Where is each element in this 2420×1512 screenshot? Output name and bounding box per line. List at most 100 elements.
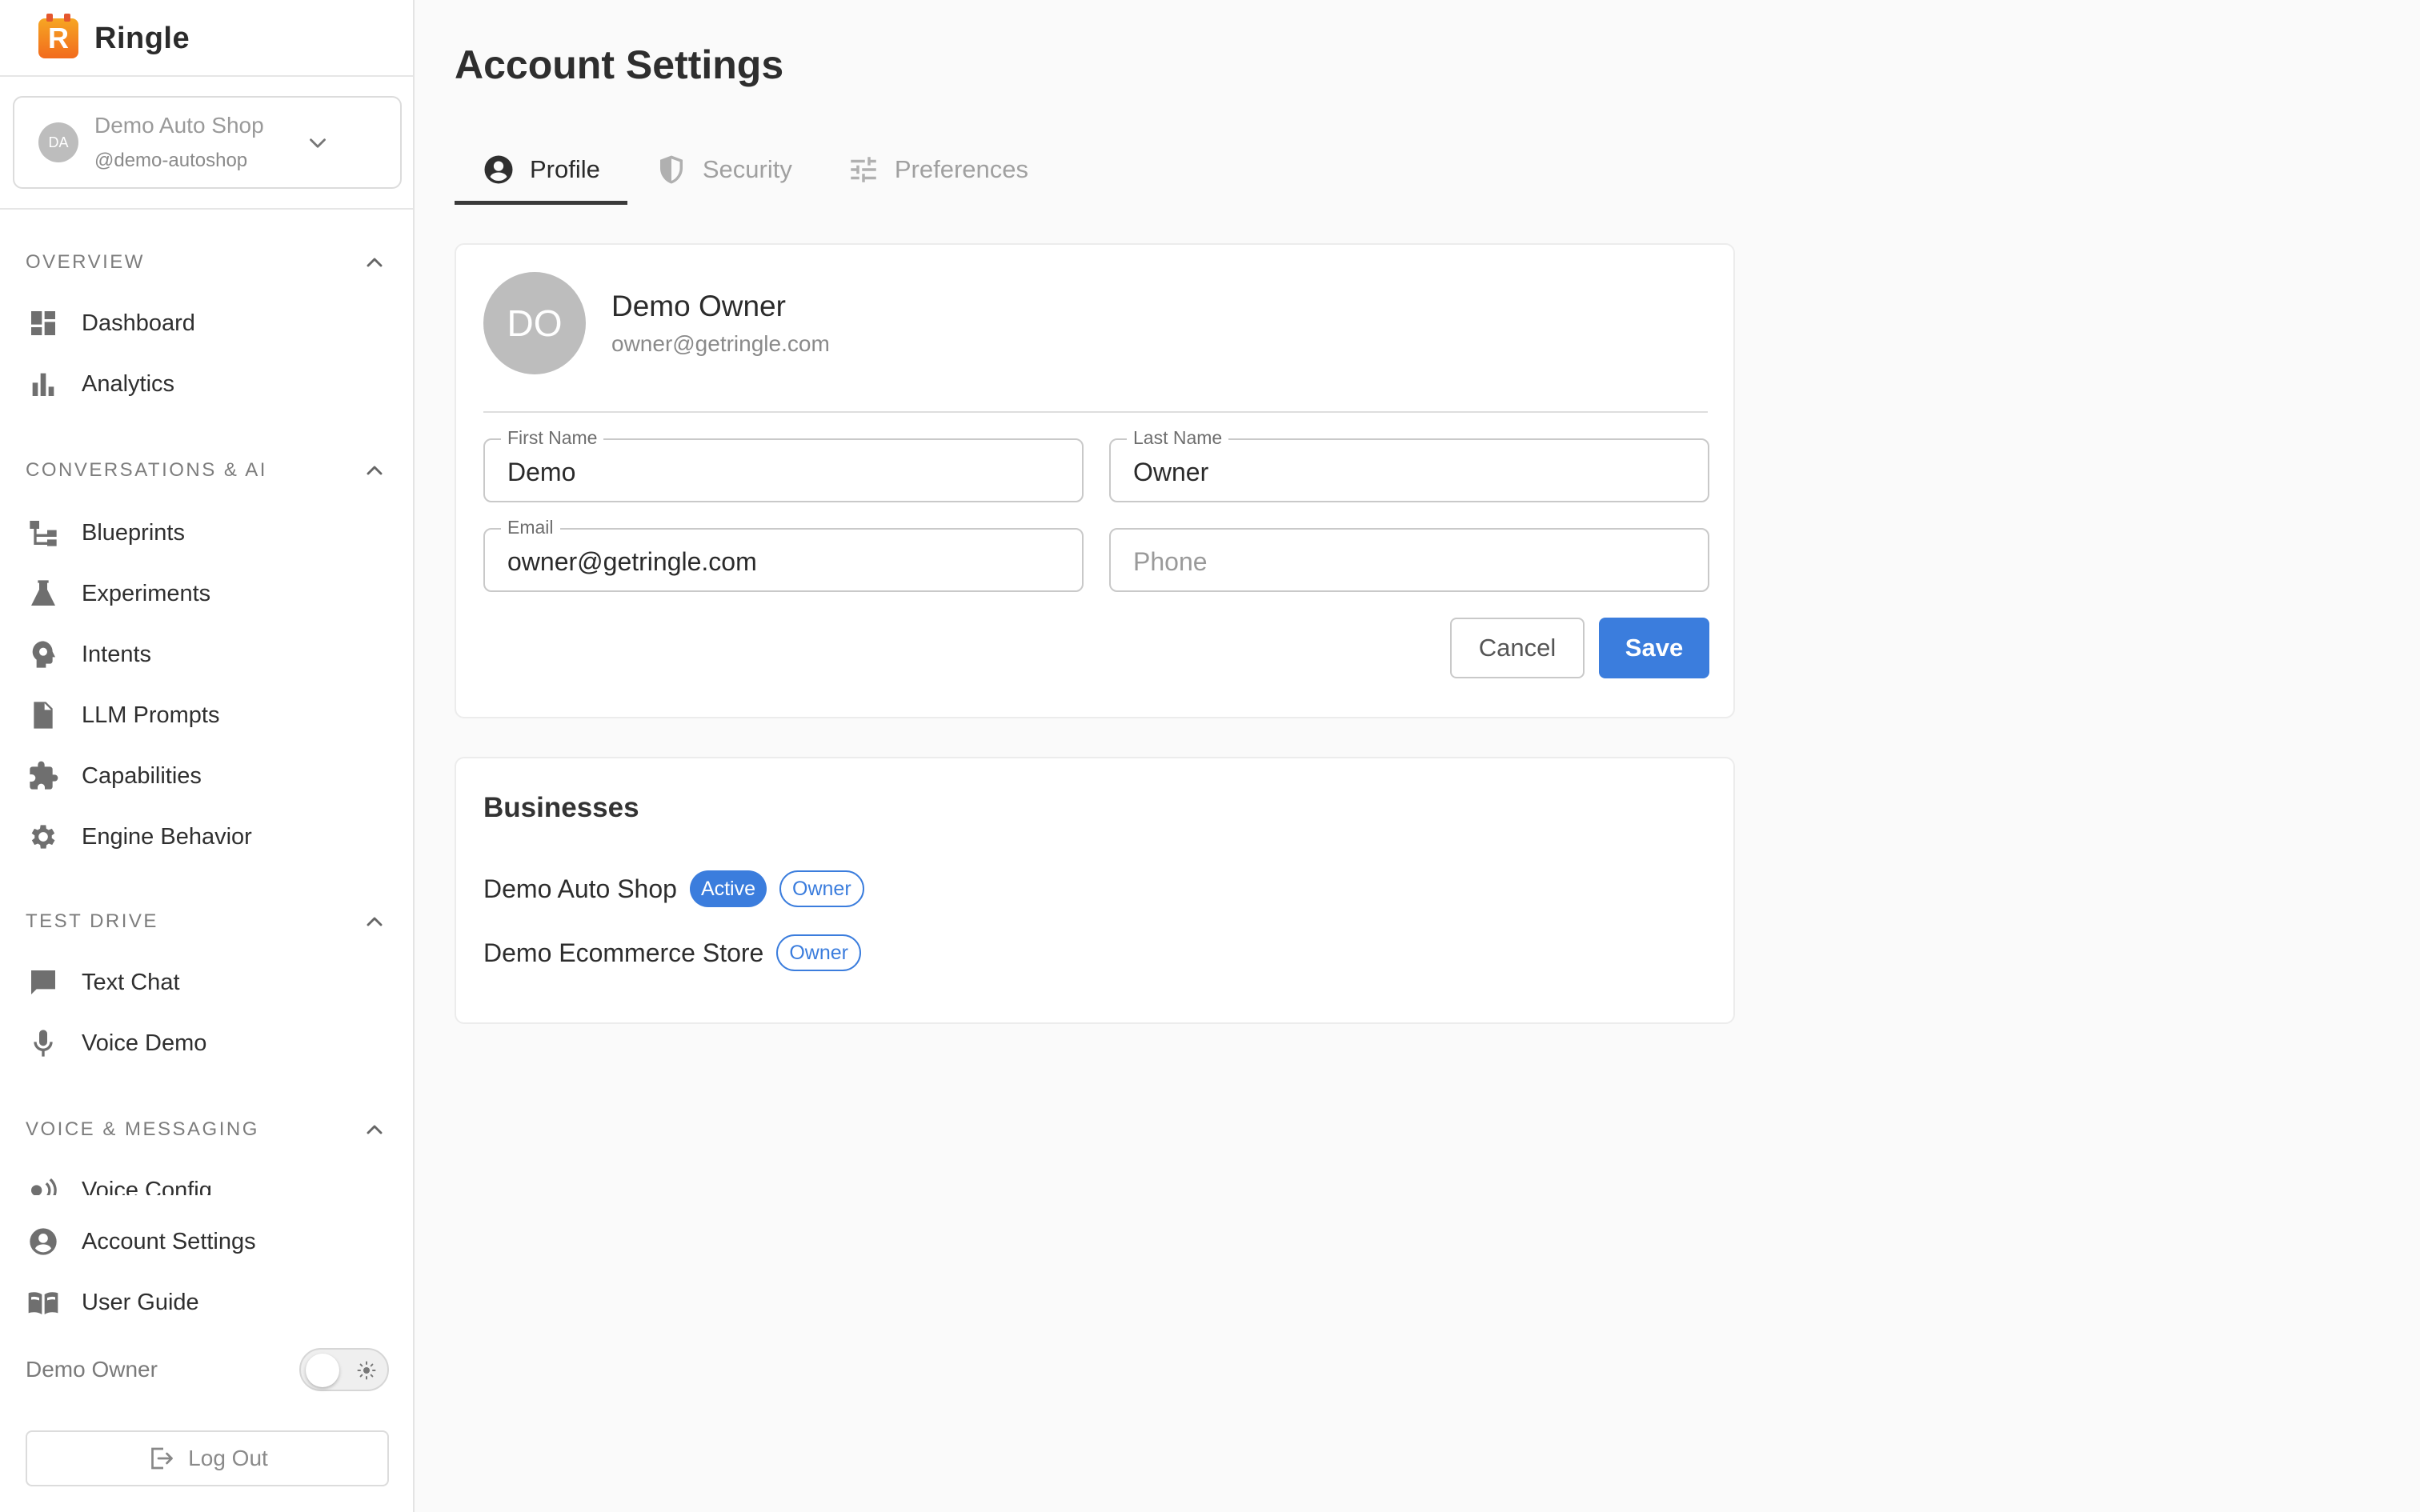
- ringle-logo-icon: R: [38, 14, 78, 58]
- role-badge: Owner: [779, 870, 864, 907]
- chevron-up-icon: [367, 466, 383, 475]
- sidebar-nav[interactable]: OVERVIEW Dashboard Analytics CONVERSATIO…: [0, 210, 413, 1195]
- logout-icon: [151, 1447, 174, 1470]
- tab-profile[interactable]: Profile: [455, 134, 627, 205]
- logout-button[interactable]: Log Out: [26, 1430, 389, 1486]
- section-conversations-ai[interactable]: CONVERSATIONS & AI: [26, 454, 387, 486]
- nav-item-llm-prompts[interactable]: LLM Prompts: [26, 693, 389, 738]
- field-label: Email: [501, 517, 560, 538]
- nav-item-voice-config[interactable]: Voice Config: [26, 1168, 389, 1195]
- book-icon: [26, 1285, 61, 1320]
- nav-item-label: Blueprints: [82, 519, 185, 546]
- business-selector[interactable]: DA Demo Auto Shop @demo-autoshop: [13, 96, 402, 189]
- field-label: Last Name: [1127, 427, 1229, 449]
- business-row-name: Demo Ecommerce Store: [483, 938, 764, 967]
- nav-item-voice-demo[interactable]: Voice Demo: [26, 1021, 389, 1066]
- field-value: Owner: [1133, 458, 1209, 486]
- settings-tabs: Profile Security Preferences: [455, 134, 1056, 205]
- puzzle-icon: [26, 758, 61, 794]
- nav-item-label: LLM Prompts: [82, 702, 220, 728]
- profile-name: Demo Owner: [611, 290, 786, 322]
- tab-security[interactable]: Security: [627, 134, 819, 205]
- chevron-up-icon: [367, 258, 383, 267]
- nav-item-analytics[interactable]: Analytics: [26, 362, 389, 406]
- tab-label: Preferences: [894, 155, 1028, 183]
- business-row-name: Demo Auto Shop: [483, 874, 677, 903]
- field-value: owner@getringle.com: [507, 547, 757, 576]
- tab-label: Security: [702, 155, 792, 183]
- bar-chart-icon: [26, 366, 61, 402]
- gear-icon: [26, 819, 61, 854]
- nav-item-capabilities[interactable]: Capabilities: [26, 754, 389, 798]
- voice-icon: [26, 1173, 61, 1195]
- profile-divider: [483, 411, 1708, 413]
- nav-item-blueprints[interactable]: Blueprints: [26, 510, 389, 555]
- last-name-field[interactable]: Last Name Owner: [1109, 427, 1709, 502]
- nav-item-label: Engine Behavior: [82, 823, 252, 850]
- brand[interactable]: R Ringle: [38, 14, 190, 61]
- current-user-name: Demo Owner: [26, 1357, 158, 1382]
- toggle-knob: [306, 1354, 339, 1387]
- cancel-button[interactable]: Cancel: [1450, 618, 1585, 678]
- nav-item-user-guide[interactable]: User Guide: [26, 1280, 389, 1325]
- section-voice-messaging[interactable]: VOICE & MESSAGING: [26, 1114, 387, 1146]
- phone-field[interactable]: Phone: [1109, 528, 1709, 592]
- status-badge: Active: [689, 870, 767, 907]
- microphone-icon: [26, 1026, 61, 1061]
- account-circle-icon: [484, 155, 513, 184]
- logout-label: Log Out: [188, 1446, 268, 1470]
- nav-item-text-chat[interactable]: Text Chat: [26, 960, 389, 1005]
- account-circle-icon: [26, 1224, 61, 1259]
- page-title: Account Settings: [455, 42, 784, 87]
- logo-letter: R: [48, 22, 69, 54]
- nav-item-label: Voice Demo: [82, 1030, 207, 1056]
- chevron-up-icon: [367, 1125, 383, 1134]
- business-name: Demo Auto Shop: [94, 113, 264, 138]
- first-name-field[interactable]: First Name Demo: [483, 427, 1084, 502]
- chat-icon: [26, 965, 61, 1000]
- business-row[interactable]: Demo Ecommerce Store Owner: [483, 933, 874, 973]
- email-field[interactable]: Email owner@getringle.com: [483, 517, 1084, 592]
- business-avatar: DA: [38, 122, 78, 162]
- sun-icon: [357, 1361, 376, 1380]
- field-placeholder: Phone: [1133, 547, 1208, 576]
- section-test-drive[interactable]: TEST DRIVE: [26, 906, 387, 938]
- save-button[interactable]: Save: [1599, 618, 1709, 678]
- nav-item-dashboard[interactable]: Dashboard: [26, 301, 389, 346]
- section-title: TEST DRIVE: [26, 910, 158, 932]
- nav-item-label: Analytics: [82, 370, 175, 397]
- business-row[interactable]: Demo Auto Shop Active Owner: [483, 869, 877, 909]
- theme-toggle[interactable]: [299, 1348, 389, 1391]
- nav-item-label: Text Chat: [82, 969, 180, 995]
- nav-item-label: Dashboard: [82, 310, 195, 336]
- section-title: CONVERSATIONS & AI: [26, 459, 267, 481]
- current-user-row: Demo Owner: [26, 1346, 389, 1394]
- flask-icon: [26, 576, 61, 611]
- role-badge: Owner: [776, 934, 861, 971]
- section-title: OVERVIEW: [26, 251, 145, 273]
- nav-item-engine-behavior[interactable]: Engine Behavior: [26, 814, 389, 859]
- tab-label: Profile: [530, 155, 600, 183]
- nav-item-label: Capabilities: [82, 762, 202, 789]
- profile-card: DO Demo Owner owner@getringle.com First …: [455, 243, 1735, 718]
- brain-icon: [26, 637, 61, 672]
- section-overview[interactable]: OVERVIEW: [26, 246, 387, 278]
- avatar: DO: [483, 272, 586, 374]
- nav-item-experiments[interactable]: Experiments: [26, 571, 389, 616]
- document-icon: [26, 698, 61, 733]
- sidebar-divider: [0, 75, 413, 77]
- tree-icon: [26, 515, 61, 550]
- brand-name: Ringle: [94, 21, 190, 55]
- sidebar: R Ringle DA Demo Auto Shop @demo-autosho…: [0, 0, 415, 1512]
- business-handle: @demo-autoshop: [94, 150, 248, 171]
- nav-item-account-settings[interactable]: Account Settings: [26, 1219, 389, 1264]
- dashboard-icon: [26, 306, 61, 341]
- section-title: VOICE & MESSAGING: [26, 1118, 259, 1140]
- nav-item-intents[interactable]: Intents: [26, 632, 389, 677]
- profile-email: owner@getringle.com: [611, 331, 830, 356]
- nav-item-label: Experiments: [82, 580, 211, 606]
- nav-item-label: User Guide: [82, 1289, 199, 1315]
- tab-preferences[interactable]: Preferences: [819, 134, 1056, 205]
- nav-item-label: Intents: [82, 641, 152, 667]
- businesses-title: Businesses: [483, 792, 639, 823]
